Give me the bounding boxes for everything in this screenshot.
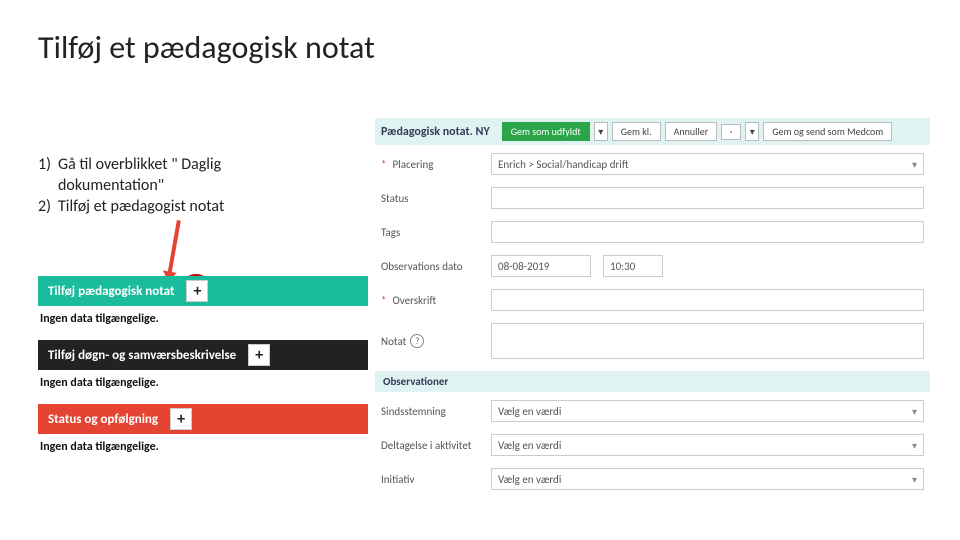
required-mark: * <box>381 158 386 171</box>
required-mark-2: * <box>381 294 386 307</box>
step-1a: Gå til overblikket " Daglig <box>58 155 221 174</box>
label-overskrift: Overskrift <box>392 294 436 307</box>
lock-dropdown[interactable]: ▾ <box>745 122 759 141</box>
deltagelse-select[interactable]: Vælg en værdi <box>491 434 924 456</box>
status-input[interactable] <box>491 187 924 209</box>
label-obsdato: Observations dato <box>381 260 463 273</box>
notat-textarea[interactable] <box>491 323 924 359</box>
form-title: Pædagogisk notat. NY <box>381 125 490 139</box>
step-1-num: 1) <box>38 155 58 174</box>
add-pedagogical-note-label: Tilføj pædagogisk notat <box>48 284 174 299</box>
tags-input[interactable] <box>491 221 924 243</box>
label-tags: Tags <box>381 226 400 239</box>
add-day-description-label: Tilføj døgn- og samværsbeskrivelse <box>48 348 236 363</box>
save-filled-button[interactable]: Gem som udfyldt <box>502 122 590 141</box>
overview-panels: Tilføj pædagogisk notat + Ingen data til… <box>38 276 368 468</box>
label-status: Status <box>381 192 409 205</box>
label-initiativ: Initiativ <box>381 473 414 486</box>
no-data-2: Ingen data tilgængelige. <box>38 370 368 404</box>
no-data-1: Ingen data tilgængelige. <box>38 306 368 340</box>
note-form: Pædagogisk notat. NY Gem som udfyldt ▾ G… <box>375 118 930 512</box>
sindsstemning-select[interactable]: Vælg en værdi <box>491 400 924 422</box>
step-2: Tilføj et pædagogist notat <box>58 197 224 216</box>
step-1b: dokumentation" <box>58 176 164 195</box>
add-day-description-bar[interactable]: Tilføj døgn- og samværsbeskrivelse + <box>38 340 368 370</box>
overskrift-input[interactable] <box>491 289 924 311</box>
step-2-num: 2) <box>38 197 58 216</box>
obs-date-input[interactable]: 08-08-2019 <box>491 255 591 277</box>
help-icon[interactable]: ? <box>410 334 424 348</box>
add-pedagogical-note-bar[interactable]: Tilføj pædagogisk notat + <box>38 276 368 306</box>
save-filled-dropdown[interactable]: ▾ <box>594 122 608 141</box>
add-pedagogical-note-plus[interactable]: + <box>186 280 208 302</box>
status-followup-plus[interactable]: + <box>170 408 192 430</box>
lock-icon <box>730 127 732 137</box>
page-title: Tilføj et pædagogisk notat <box>0 0 960 67</box>
observations-header: Observationer <box>375 371 930 392</box>
cancel-button[interactable]: Annuller <box>665 122 718 141</box>
initiativ-select[interactable]: Vælg en værdi <box>491 468 924 490</box>
annotation-arrow <box>167 220 181 276</box>
save-draft-button[interactable]: Gem kl. <box>612 122 661 141</box>
status-followup-bar[interactable]: Status og opfølgning + <box>38 404 368 434</box>
lock-button[interactable] <box>721 124 741 140</box>
label-deltagelse: Deltagelse i aktivitet <box>381 439 471 452</box>
add-day-description-plus[interactable]: + <box>248 344 270 366</box>
form-header: Pædagogisk notat. NY Gem som udfyldt ▾ G… <box>375 118 930 145</box>
placering-select[interactable]: Enrich > Social/handicap drift <box>491 153 924 175</box>
label-placering: Placering <box>392 158 433 171</box>
label-notat: Notat <box>381 335 406 348</box>
no-data-3: Ingen data tilgængelige. <box>38 434 368 468</box>
save-send-medcom-button[interactable]: Gem og send som Medcom <box>763 122 892 141</box>
status-followup-label: Status og opfølgning <box>48 412 158 427</box>
instructions: 1)Gå til overblikket " Daglig dokumentat… <box>38 155 348 218</box>
label-sindsstemning: Sindsstemning <box>381 405 446 418</box>
obs-time-input[interactable]: 10:30 <box>603 255 663 277</box>
